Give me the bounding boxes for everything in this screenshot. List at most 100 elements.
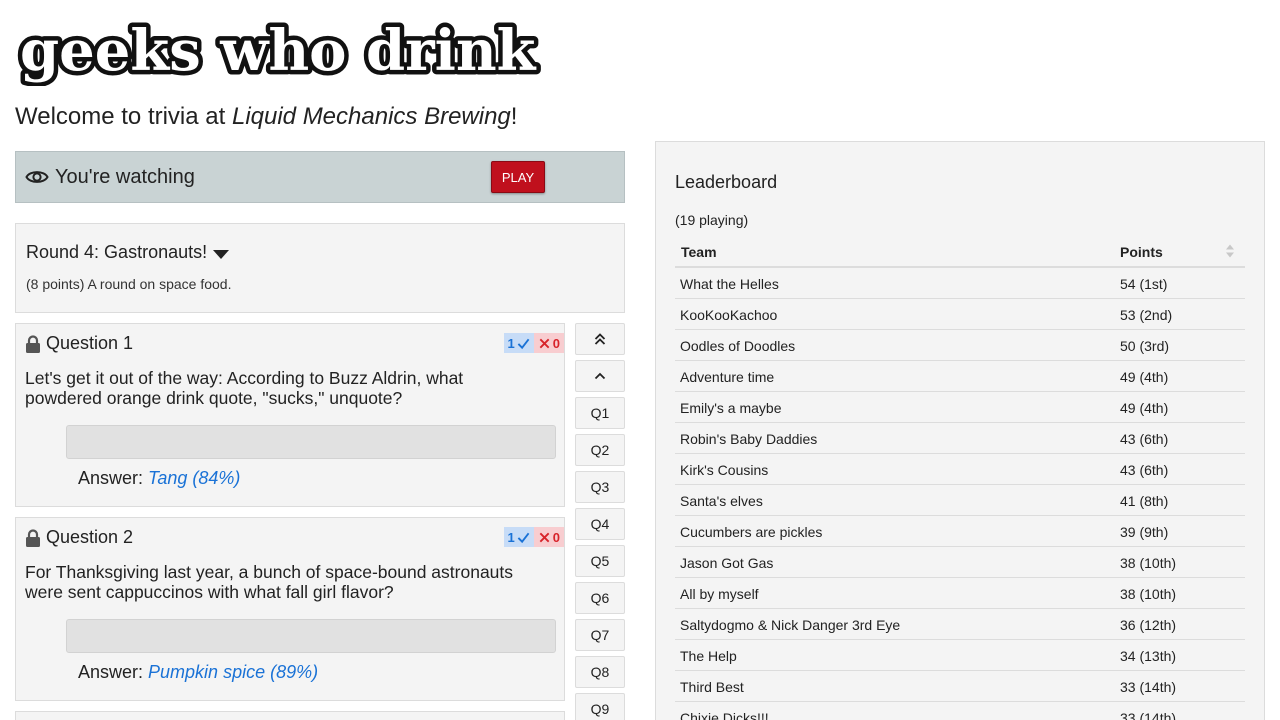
team-name: Emily's a maybe xyxy=(680,400,782,416)
table-row: Adventure time 49 (4th) xyxy=(675,361,1245,392)
team-name: Saltydogmo & Nick Danger 3rd Eye xyxy=(680,617,901,633)
correct-count: 1 xyxy=(507,529,515,545)
col-team-header[interactable]: Team xyxy=(681,244,717,260)
nav-q9[interactable]: Q9 xyxy=(575,693,625,720)
team-points: 41 (8th) xyxy=(1120,493,1169,509)
answer-line: Answer: Tang (84%) xyxy=(78,468,240,489)
sort-icon[interactable] xyxy=(1225,243,1235,259)
table-row: All by myself 38 (10th) xyxy=(675,578,1245,609)
question-header: Question 2 xyxy=(25,527,133,548)
round-toggle[interactable]: Round 4: Gastronauts! xyxy=(26,242,230,263)
question-card: Question 2 1 0 For Thanksgiving last yea… xyxy=(15,517,565,701)
nav-q6[interactable]: Q6 xyxy=(575,582,625,614)
team-name: KooKooKachoo xyxy=(680,307,778,323)
nav-q7[interactable]: Q7 xyxy=(575,619,625,651)
wrong-count: 0 xyxy=(552,529,560,545)
question-header: Question 1 xyxy=(25,333,133,354)
previous-button[interactable] xyxy=(575,360,625,392)
table-row: Santa's elves 41 (8th) xyxy=(675,485,1245,516)
check-icon xyxy=(517,532,530,543)
team-points: 38 (10th) xyxy=(1120,586,1177,602)
table-row: Third Best 33 (14th) xyxy=(675,671,1245,702)
team-name: Kirk's Cousins xyxy=(680,462,769,478)
question-stats: 1 0 xyxy=(503,333,564,353)
wrong-count-badge: 0 xyxy=(533,527,564,547)
team-name: Chixie Dicks!!! xyxy=(680,710,769,720)
team-points: 43 (6th) xyxy=(1120,431,1169,447)
round-description: (8 points) A round on space food. xyxy=(26,276,232,292)
team-points: 34 (13th) xyxy=(1120,648,1177,664)
nav-q1[interactable]: Q1 xyxy=(575,397,625,429)
table-row: What the Helles 54 (1st) xyxy=(675,268,1245,299)
x-icon xyxy=(539,532,550,542)
team-name: Jason Got Gas xyxy=(680,555,774,571)
answer-input xyxy=(66,619,556,653)
eye-icon xyxy=(25,171,49,183)
table-header: Team Points xyxy=(675,236,1245,268)
wrong-count: 0 xyxy=(552,335,560,351)
table-row: Saltydogmo & Nick Danger 3rd Eye 36 (12th… xyxy=(675,609,1245,640)
venue-name: Liquid Mechanics Brewing xyxy=(231,103,511,130)
team-name: Robin's Baby Daddies xyxy=(680,431,818,447)
answer-value: Tang (84%) xyxy=(148,468,241,488)
answer-input xyxy=(66,425,556,459)
nav-q2[interactable]: Q2 xyxy=(575,434,625,466)
jump-to-top-button[interactable] xyxy=(575,323,625,355)
correct-count-badge: 1 xyxy=(503,333,534,353)
col-points-header[interactable]: Points xyxy=(1120,244,1163,260)
caret-down-icon xyxy=(213,249,230,259)
check-icon xyxy=(517,338,530,349)
team-name: Oodles of Doodles xyxy=(680,338,796,354)
leaderboard-table: Team Points What the Helles 54 (1st) KooK… xyxy=(675,236,1245,720)
team-points: 38 (10th) xyxy=(1120,555,1177,571)
nav-q4[interactable]: Q4 xyxy=(575,508,625,540)
watching-label: You're watching xyxy=(55,165,195,188)
welcome-suffix: ! xyxy=(510,103,518,130)
table-row: Chixie Dicks!!! 33 (14th) xyxy=(675,702,1245,720)
nav-q8[interactable]: Q8 xyxy=(575,656,625,688)
question-card: Question 1 1 0 Let's get it out of the w… xyxy=(15,323,565,507)
correct-count-badge: 1 xyxy=(503,527,534,547)
team-points: 39 (9th) xyxy=(1120,524,1169,540)
play-button[interactable]: PLAY xyxy=(491,161,545,193)
table-row: KooKooKachoo 53 (2nd) xyxy=(675,299,1245,330)
team-points: 53 (2nd) xyxy=(1120,307,1173,323)
watching-bar: You're watching PLAY xyxy=(15,151,625,203)
team-points: 49 (4th) xyxy=(1120,369,1169,385)
nav-q5[interactable]: Q5 xyxy=(575,545,625,577)
question-text: For Thanksgiving last year, a bunch of s… xyxy=(25,562,514,602)
team-points: 33 (14th) xyxy=(1120,710,1177,720)
double-chevron-up-icon xyxy=(594,333,606,345)
question-stats: 1 0 xyxy=(503,527,564,547)
logo-text: geeks who drink xyxy=(20,18,537,84)
welcome-message: Welcome to trivia at Liquid Mechanics Br… xyxy=(15,103,517,131)
wrong-count-badge: 0 xyxy=(533,333,564,353)
table-row: Robin's Baby Daddies 43 (6th) xyxy=(675,423,1245,454)
lock-icon xyxy=(26,334,40,353)
team-points: 43 (6th) xyxy=(1120,462,1169,478)
team-points: 36 (12th) xyxy=(1120,617,1177,633)
team-name: Cucumbers are pickles xyxy=(680,524,823,540)
team-points: 50 (3rd) xyxy=(1120,338,1170,354)
team-name: All by myself xyxy=(680,586,759,602)
table-row: Oodles of Doodles 50 (3rd) xyxy=(675,330,1245,361)
leaderboard-panel: Leaderboard (19 playing) Team Points Wha… xyxy=(655,141,1265,720)
question-title: Question 1 xyxy=(46,333,134,353)
table-row: Cucumbers are pickles 39 (9th) xyxy=(675,516,1245,547)
table-row: The Help 34 (13th) xyxy=(675,640,1245,671)
team-name: Adventure time xyxy=(680,369,775,385)
round-title: Round 4: Gastronauts! xyxy=(26,242,208,262)
table-row: Kirk's Cousins 43 (6th) xyxy=(675,454,1245,485)
team-name: The Help xyxy=(680,648,737,664)
team-name: Third Best xyxy=(680,679,744,695)
chevron-up-icon xyxy=(594,372,606,380)
answer-label: Answer: xyxy=(78,662,149,682)
site-logo[interactable]: geeks who drink xyxy=(14,14,559,86)
welcome-prefix: Welcome to trivia at xyxy=(15,103,232,130)
team-points: 49 (4th) xyxy=(1120,400,1169,416)
question-text: Let's get it out of the way: According t… xyxy=(25,368,464,408)
x-icon xyxy=(539,338,550,348)
correct-count: 1 xyxy=(507,335,515,351)
answer-value: Pumpkin spice (89%) xyxy=(148,662,319,682)
nav-q3[interactable]: Q3 xyxy=(575,471,625,503)
